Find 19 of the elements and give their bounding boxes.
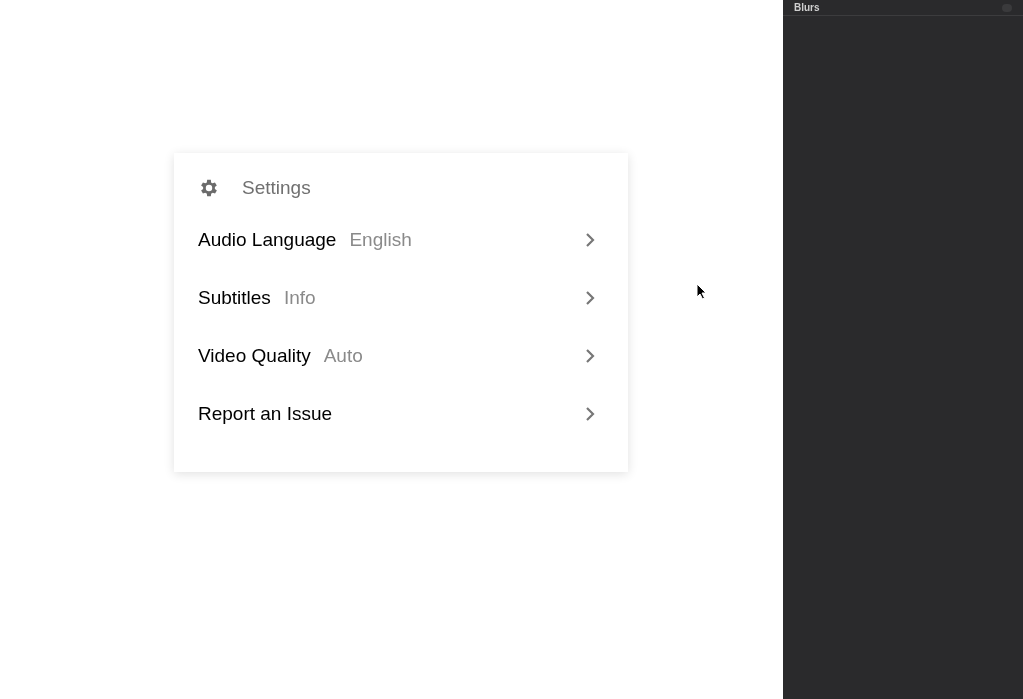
settings-icon bbox=[198, 177, 220, 199]
menu-title: Settings bbox=[242, 175, 311, 200]
mouse-cursor-icon bbox=[696, 283, 707, 300]
menu-item[interactable]: Video Quality Auto bbox=[198, 327, 604, 385]
item-value: Auto bbox=[323, 343, 363, 368]
menu-item[interactable]: Report an Issue bbox=[198, 385, 604, 443]
item-label: Subtitles bbox=[198, 285, 271, 310]
chevron-right-icon bbox=[585, 406, 595, 422]
menu-item[interactable]: Audio Language English bbox=[198, 211, 604, 269]
panel-title: Blurs bbox=[794, 2, 820, 13]
item-label: Audio Language bbox=[198, 227, 337, 252]
item-value: English bbox=[349, 227, 412, 252]
chevron-right-icon bbox=[585, 348, 595, 364]
item-value: Info bbox=[283, 285, 316, 310]
chevron-right-icon bbox=[585, 290, 595, 306]
item-label: Video Quality bbox=[198, 343, 311, 368]
chevron-right-icon bbox=[585, 232, 595, 248]
menu-item[interactable]: Subtitles Info bbox=[198, 269, 604, 327]
item-label: Report an Issue bbox=[198, 401, 333, 426]
